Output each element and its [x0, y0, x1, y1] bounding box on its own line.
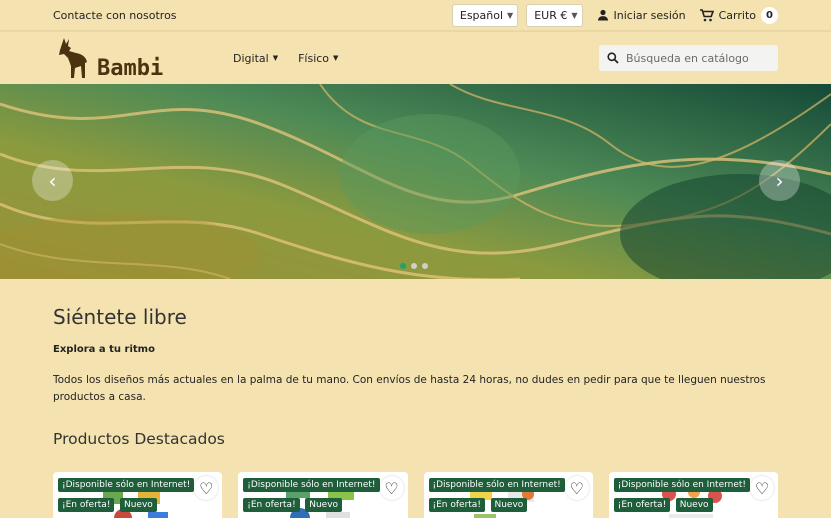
top-bar-right: Español ▼ EUR € ▼ Iniciar sesión Carrito… [451, 3, 778, 27]
signin-link[interactable]: Iniciar sesión [597, 9, 686, 22]
main-nav: Digital ▼ Físico ▼ [233, 52, 338, 65]
new-flag: Nuevo [120, 498, 157, 512]
online-only-flag: ¡Disponible sólo en Internet! [58, 478, 195, 492]
nav-label: Digital [233, 51, 269, 65]
carousel-next-button[interactable]: › [759, 160, 800, 201]
cart-icon [699, 8, 714, 21]
carousel-prev-button[interactable]: ‹ [32, 160, 73, 201]
main-header: Bambi Digital ▼ Físico ▼ Búsqueda en catál… [0, 30, 831, 84]
caret-down-icon: ▼ [333, 54, 339, 62]
carousel-dot[interactable] [400, 263, 406, 269]
wishlist-button[interactable]: ♡ [379, 476, 404, 500]
on-sale-flag: ¡En oferta! [428, 498, 485, 512]
online-only-flag: ¡Disponible sólo en Internet! [613, 478, 751, 492]
on-sale-flag: ¡En oferta! [58, 498, 115, 512]
carousel-dot[interactable] [411, 263, 417, 269]
hero-carousel[interactable]: ‹ › [0, 84, 831, 279]
hero-image [0, 84, 831, 279]
on-sale-flag: ¡En oferta! [613, 498, 671, 512]
main-content: Siéntete libre Explora a tu ritmo Todos … [0, 305, 831, 518]
cart-count-badge: 0 [761, 6, 778, 24]
product-grid: ¡Disponible sólo en Internet! ¡En oferta… [53, 472, 778, 518]
search-icon [607, 52, 619, 64]
carousel-dot[interactable] [422, 263, 428, 269]
featured-title: Productos Destacados [53, 430, 225, 448]
product-card[interactable]: ¡Disponible sólo en Internet! ¡En oferta… [423, 472, 593, 518]
search-box[interactable]: Búsqueda en catálogo [599, 45, 778, 71]
carousel-indicators [400, 263, 428, 269]
chevron-down-icon: ▼ [571, 10, 578, 20]
new-flag: Nuevo [675, 498, 713, 512]
heart-icon: ♡ [384, 478, 399, 498]
product-card[interactable]: ¡Disponible sólo en Internet! ¡En oferta… [238, 472, 408, 518]
intro-text: Todos los diseños más actuales en la pal… [53, 374, 766, 403]
brand-name: Bambi [97, 56, 164, 81]
deer-logo-icon [59, 38, 87, 78]
heart-icon: ♡ [199, 478, 214, 498]
cart-label: Carrito [718, 8, 756, 22]
caret-down-icon: ▼ [272, 54, 279, 62]
top-bar: Contacte con nosotros Español ▼ EUR € ▼ … [0, 0, 831, 30]
on-sale-flag: ¡En oferta! [243, 498, 300, 512]
wishlist-button[interactable]: ♡ [194, 476, 219, 500]
wishlist-button[interactable]: ♡ [750, 476, 774, 500]
online-only-flag: ¡Disponible sólo en Internet! [428, 478, 565, 492]
chevron-down-icon: ▼ [507, 10, 514, 20]
contact-link[interactable]: Contacte con nosotros [53, 9, 177, 22]
new-flag: Nuevo [305, 498, 343, 512]
user-icon [597, 9, 608, 21]
logo[interactable]: Bambi [53, 36, 233, 80]
signin-label: Iniciar sesión [613, 8, 686, 22]
cart-button[interactable]: Carrito 0 [699, 6, 778, 24]
nav-item-fisico[interactable]: Físico ▼ [298, 52, 338, 65]
search-input[interactable]: Búsqueda en catálogo [626, 52, 749, 65]
language-select[interactable]: Español ▼ [451, 3, 519, 27]
currency-value: EUR € [534, 8, 568, 22]
heart-icon: ♡ [569, 478, 584, 498]
product-card[interactable]: ¡Disponible sólo en Internet! ¡En oferta… [53, 472, 223, 518]
nav-item-digital[interactable]: Digital ▼ [233, 52, 278, 65]
online-only-flag: ¡Disponible sólo en Internet! [243, 478, 380, 492]
new-flag: Nuevo [490, 498, 528, 512]
intro-title: Siéntete libre [53, 305, 187, 329]
chevron-right-icon: › [775, 168, 784, 193]
nav-label: Físico [298, 51, 330, 65]
chevron-left-icon: ‹ [48, 168, 57, 193]
language-value: Español [459, 8, 504, 22]
wishlist-button[interactable]: ♡ [564, 476, 589, 500]
heart-icon: ♡ [754, 478, 770, 498]
intro-subtitle: Explora a tu ritmo [53, 344, 155, 355]
product-card[interactable]: ¡Disponible sólo en Internet! ¡En oferta… [608, 472, 778, 518]
currency-select[interactable]: EUR € ▼ [526, 3, 583, 27]
